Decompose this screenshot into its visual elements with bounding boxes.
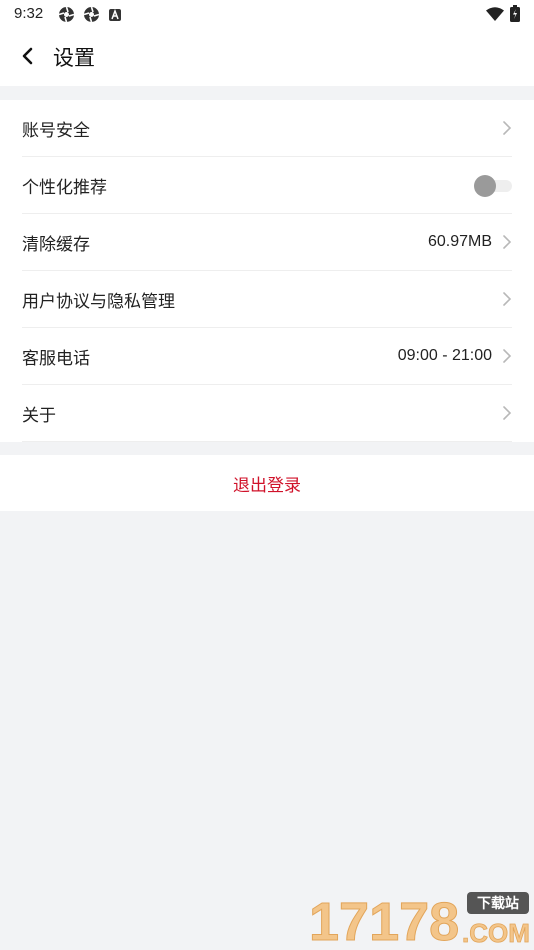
settings-item-label: 客服电话 <box>22 348 90 369</box>
service-hours-value: 09:00 - 21:00 <box>397 347 492 364</box>
settings-item-clear-cache[interactable]: 清除缓存 60.97MB <box>22 214 512 271</box>
aperture-icon <box>83 6 100 23</box>
status-notification-icons <box>58 6 122 23</box>
chevron-right-icon <box>500 289 514 309</box>
settings-item-label: 关于 <box>22 405 56 426</box>
status-time: 9:32 <box>14 5 44 22</box>
settings-list: 账号安全 个性化推荐 清除缓存 60.97MB 用户协议与隐私管理 客服电话 0… <box>0 100 534 442</box>
settings-item-label: 清除缓存 <box>22 234 90 255</box>
settings-item-label: 账号安全 <box>22 120 90 141</box>
toggle-knob <box>474 175 496 197</box>
chevron-right-icon <box>500 232 514 252</box>
watermark-logo: 17178 下载站 .COM <box>309 892 531 949</box>
settings-item-label: 个性化推荐 <box>22 177 107 198</box>
watermark-suffix: .COM <box>462 918 530 948</box>
watermark-badge: 下载站 <box>477 895 519 912</box>
watermark-number: 17178 <box>309 892 459 948</box>
top-app-bar: 设置 <box>0 28 534 86</box>
settings-item-user-agreement-privacy[interactable]: 用户协议与隐私管理 <box>22 271 512 328</box>
chevron-right-icon <box>500 403 514 423</box>
chevron-right-icon <box>500 118 514 138</box>
personalized-recommendation-toggle[interactable] <box>474 174 514 197</box>
a-badge-icon <box>109 8 121 21</box>
settings-item-account-security[interactable]: 账号安全 <box>22 100 512 157</box>
settings-item-customer-service[interactable]: 客服电话 09:00 - 21:00 <box>22 328 512 385</box>
battery-icon <box>510 5 520 22</box>
settings-item-label: 用户协议与隐私管理 <box>22 291 175 312</box>
settings-item-personalized-recommendation: 个性化推荐 <box>22 157 512 214</box>
status-system-icons <box>486 5 520 22</box>
settings-item-about[interactable]: 关于 <box>22 385 512 442</box>
logout-button[interactable]: 退出登录 <box>0 455 534 511</box>
chevron-right-icon <box>500 346 514 366</box>
wifi-icon <box>486 6 504 21</box>
cache-size-value: 60.97MB <box>427 233 492 250</box>
aperture-icon <box>58 6 75 23</box>
chevron-left-icon <box>22 47 33 65</box>
status-bar: 9:32 <box>0 0 534 28</box>
page-title: 设置 <box>53 46 95 70</box>
back-button[interactable] <box>14 42 42 70</box>
